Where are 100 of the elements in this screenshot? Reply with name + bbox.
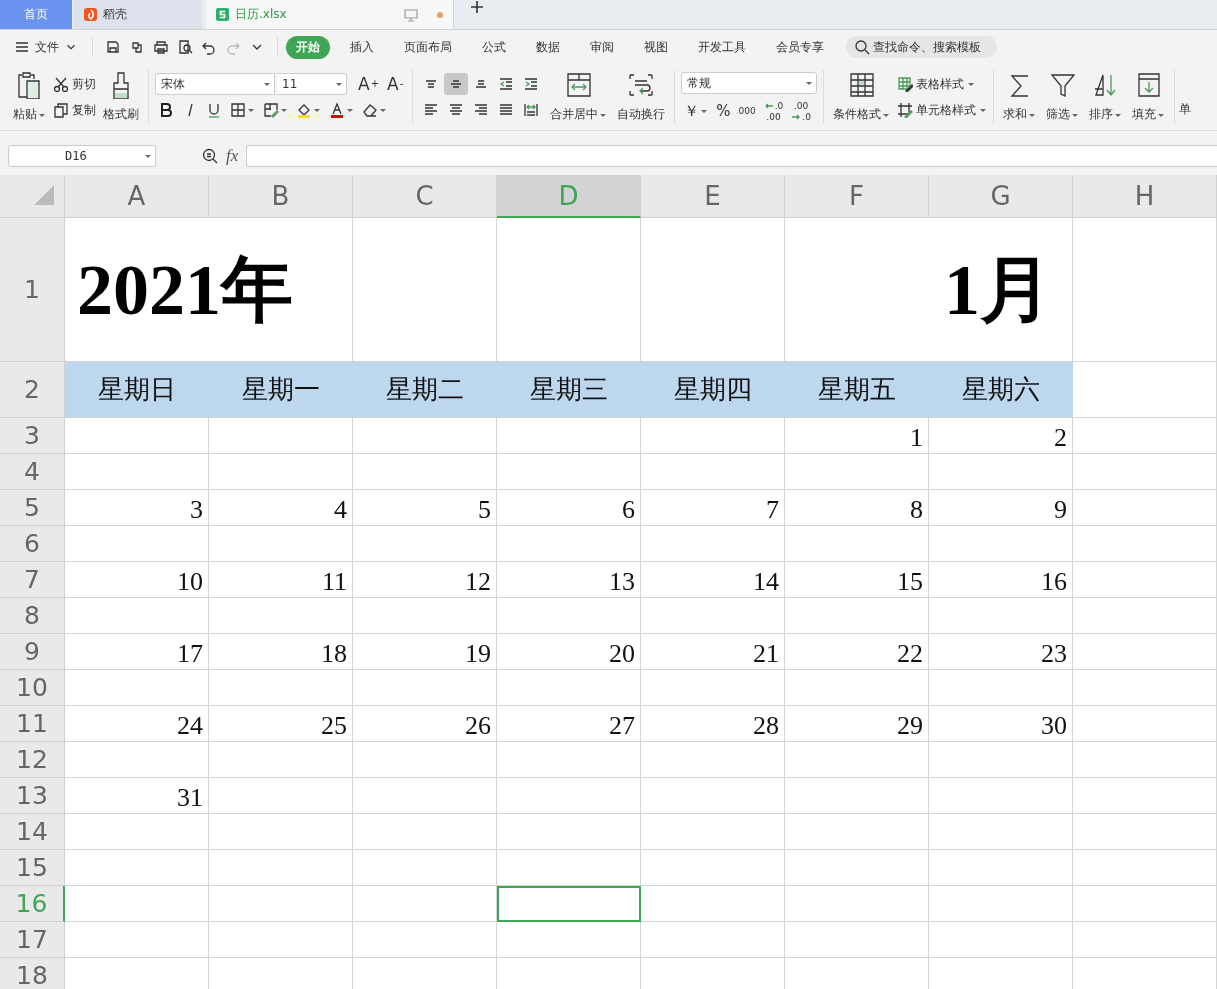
row-header[interactable]: 15 xyxy=(0,850,65,886)
decrease-font-button[interactable]: A- xyxy=(384,73,407,95)
document-tab[interactable]: 日历.xlsx xyxy=(206,0,454,29)
justify-icon xyxy=(498,102,515,118)
table-cell: 2 xyxy=(929,418,1073,454)
distribute-icon xyxy=(523,102,540,118)
paste-button[interactable]: 粘贴 xyxy=(10,69,49,125)
table-style-button[interactable]: 表格样式 xyxy=(897,73,988,95)
column-header[interactable]: B xyxy=(209,175,353,218)
row-header[interactable]: 17 xyxy=(0,922,65,958)
row-header[interactable]: 2 xyxy=(0,362,65,418)
conditional-format-button[interactable]: 条件格式 xyxy=(830,69,894,125)
increase-font-button[interactable]: A+ xyxy=(355,73,383,95)
ribbon-tab[interactable]: 开发工具 xyxy=(688,35,756,59)
column-header[interactable]: F xyxy=(785,175,929,218)
wrap-text-button[interactable]: 自动换行 xyxy=(614,69,669,125)
align-top-icon xyxy=(425,80,438,88)
document-tab[interactable]: 稻壳 xyxy=(74,0,202,29)
funnel-icon xyxy=(1048,71,1077,99)
row-header[interactable]: 5 xyxy=(0,490,65,526)
row-header[interactable]: 10 xyxy=(0,670,65,706)
table-cell: 4 xyxy=(209,490,353,526)
caret-icon xyxy=(280,106,288,114)
currency-button[interactable]: ￥ xyxy=(681,100,712,122)
command-search-field[interactable]: 查找命令、搜索模板 xyxy=(846,36,997,58)
grid-icon xyxy=(847,71,876,99)
caret-icon xyxy=(805,79,814,87)
zoom-icon[interactable] xyxy=(202,148,218,164)
copy-icon xyxy=(53,102,69,118)
table-cell: 星期日 xyxy=(65,362,209,418)
ribbon-button[interactable]: 单 xyxy=(1179,64,1192,130)
function-button[interactable]: fx xyxy=(226,146,239,166)
file-menu[interactable]: 文件 xyxy=(14,38,78,56)
table-cell: 9 xyxy=(929,490,1073,526)
column-header[interactable]: H xyxy=(1073,175,1217,218)
table-cell: 8 xyxy=(785,490,929,526)
ribbon-tab[interactable]: 审阅 xyxy=(580,35,624,59)
formula-input-field[interactable] xyxy=(246,145,1217,167)
increase-decimal-button[interactable]: .0 .00 xyxy=(760,100,787,122)
table-cell: 30 xyxy=(929,706,1073,742)
print-icon[interactable] xyxy=(153,39,169,55)
table-cell: 28 xyxy=(641,706,785,742)
ribbon-tab[interactable]: 页面布局 xyxy=(394,35,462,59)
thousands-separator-button[interactable]: 000 xyxy=(735,100,759,122)
font-name-dropdown[interactable]: 宋体 xyxy=(155,73,275,95)
column-header[interactable]: C xyxy=(353,175,497,218)
table-cell: 5 xyxy=(353,490,497,526)
column-header[interactable]: A xyxy=(65,175,209,218)
print-preview-icon[interactable] xyxy=(177,39,193,55)
fill-button[interactable]: 填充 xyxy=(1129,69,1169,125)
format-painter-button[interactable]: 格式刷 xyxy=(100,69,142,125)
percent-button[interactable]: % xyxy=(713,100,734,122)
font-size-dropdown[interactable]: 11 xyxy=(277,73,347,95)
row-header[interactable]: 9 xyxy=(0,634,65,670)
search-icon xyxy=(854,39,870,55)
caret-icon xyxy=(313,106,321,114)
align-center-icon xyxy=(448,102,465,118)
row-header[interactable]: 11 xyxy=(0,706,65,742)
row-header[interactable]: 7 xyxy=(0,562,65,598)
table-cell: 15 xyxy=(785,562,929,598)
active-cell[interactable] xyxy=(497,886,641,922)
column-header[interactable]: G xyxy=(929,175,1073,218)
decrease-decimal-button[interactable]: .00 .0 xyxy=(788,100,814,122)
fill-color-icon xyxy=(296,102,312,118)
cut-button[interactable]: 剪切 xyxy=(53,73,96,95)
merge-center-button[interactable]: 合并居中 xyxy=(547,69,611,125)
cell-style-button[interactable]: 单元格样式 xyxy=(897,99,988,121)
row-header[interactable]: 6 xyxy=(0,526,65,562)
caret-icon xyxy=(144,152,152,160)
row-header[interactable]: 14 xyxy=(0,814,65,850)
ribbon-tab[interactable]: 数据 xyxy=(526,35,570,59)
sum-button[interactable]: 求和 xyxy=(1000,69,1040,125)
row-header[interactable]: 18 xyxy=(0,958,65,989)
sort-button[interactable]: 排序 xyxy=(1086,69,1126,125)
table-cell: 12 xyxy=(353,562,497,598)
borders-icon xyxy=(230,102,246,118)
number-format-dropdown[interactable]: 常规 xyxy=(681,72,818,94)
name-box[interactable]: D16 xyxy=(8,145,156,167)
align-middle-button[interactable] xyxy=(444,73,469,95)
table-cell: 11 xyxy=(209,562,353,598)
ribbon-tab[interactable]: 公式 xyxy=(472,35,516,59)
filter-button[interactable]: 筛选 xyxy=(1043,69,1083,125)
font-color-icon xyxy=(329,102,345,118)
row-header[interactable]: 1 xyxy=(0,218,65,362)
export-icon[interactable] xyxy=(129,39,145,55)
row-header[interactable]: 4 xyxy=(0,454,65,490)
row-header[interactable]: 12 xyxy=(0,742,65,778)
row-header[interactable]: 8 xyxy=(0,598,65,634)
column-header[interactable]: E xyxy=(641,175,785,218)
ribbon-tab[interactable]: 插入 xyxy=(340,35,384,59)
ribbon-tab[interactable]: 会员专享 xyxy=(766,35,834,59)
underline-icon xyxy=(206,102,222,118)
copy-button[interactable]: 复制 xyxy=(53,99,96,121)
align-left-icon xyxy=(423,102,440,118)
ribbon-tab[interactable]: 视图 xyxy=(634,35,678,59)
save-icon[interactable] xyxy=(105,39,121,55)
table-cell: 6 xyxy=(497,490,641,526)
row-header[interactable]: 13 xyxy=(0,778,65,814)
row-header[interactable]: 3 xyxy=(0,418,65,454)
cell-format-icon xyxy=(263,102,279,118)
